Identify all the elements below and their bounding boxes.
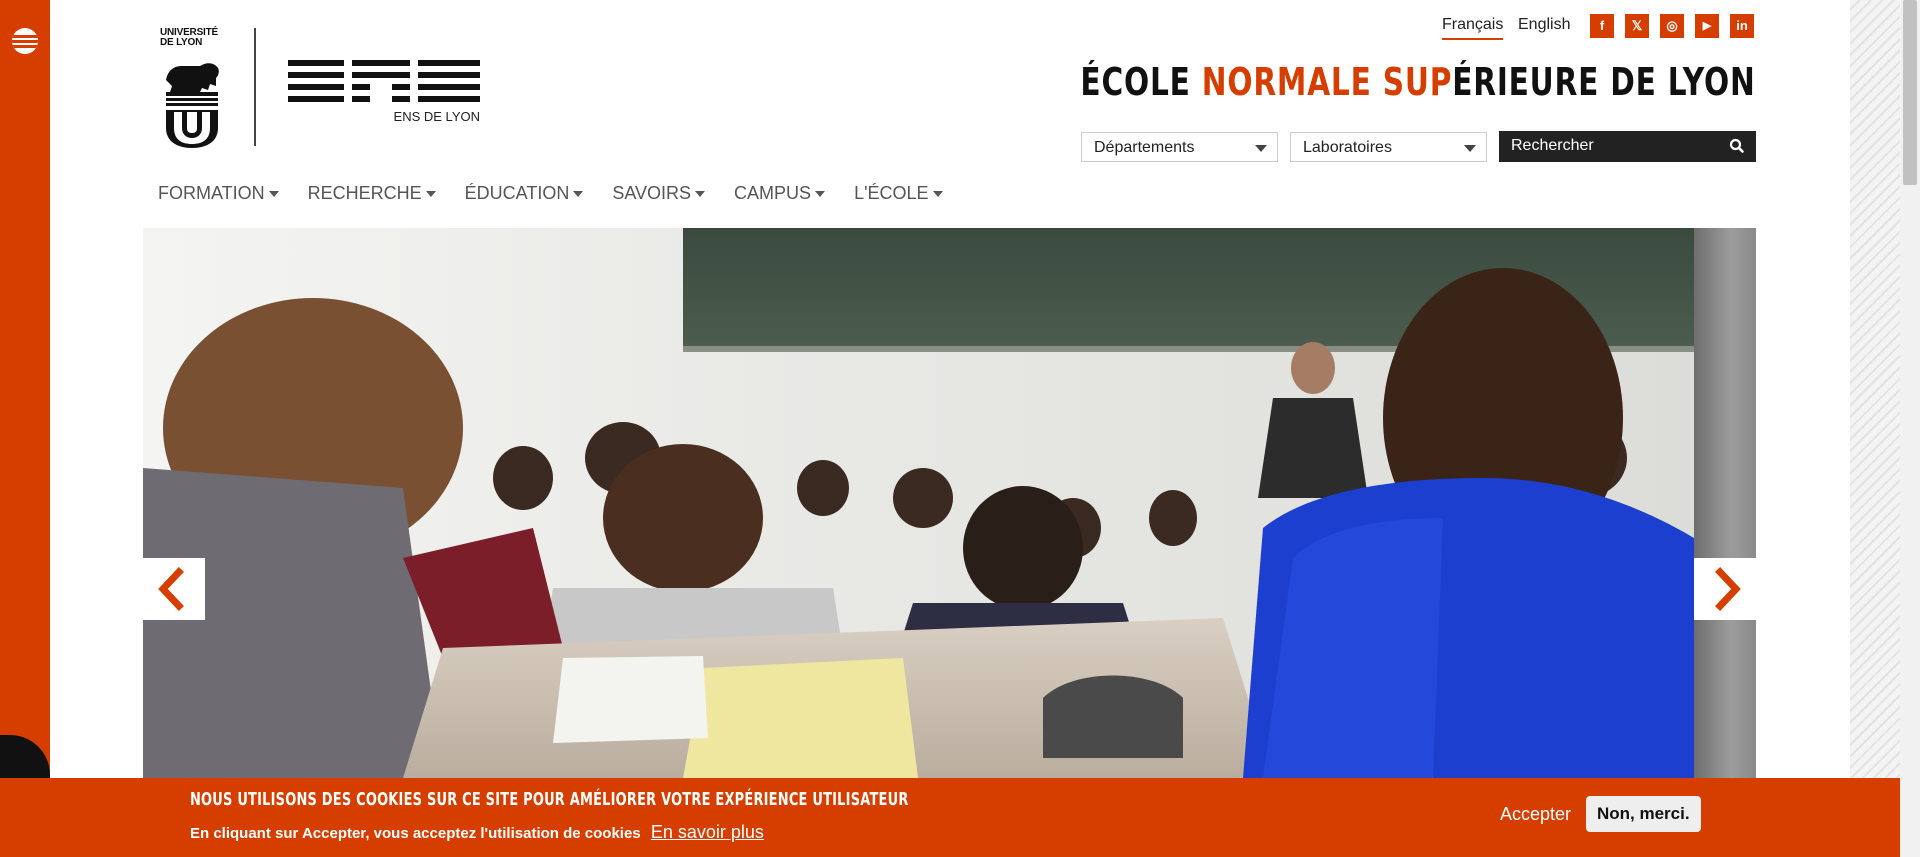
right-gutter (1850, 0, 1900, 857)
logo-divider (254, 28, 256, 146)
facebook-icon[interactable]: f (1590, 14, 1614, 38)
logo-univ-line-2: DE LYON (160, 37, 203, 48)
caret-down-icon (425, 191, 436, 198)
x-twitter-icon[interactable]: 𝕏 (1625, 14, 1649, 38)
search-icon[interactable] (1728, 137, 1746, 155)
ens-lyon-logo[interactable]: ENS DE LYON (288, 60, 480, 124)
nav-education[interactable]: ÉDUCATION (465, 183, 584, 204)
caret-down-icon (268, 191, 279, 198)
caret-down-icon (815, 191, 826, 198)
cookie-decline-button[interactable]: Non, merci. (1586, 796, 1701, 832)
laboratoires-select[interactable]: Laboratoires (1290, 132, 1487, 162)
page: UNIVERSITÉ DE LYON ENS DE LYON Français … (0, 0, 1920, 857)
nav-campus-label: CAMPUS (734, 183, 812, 203)
cookie-banner: NOUS UTILISONS DES COOKIES SUR CE SITE P… (0, 778, 1900, 857)
cookie-title: NOUS UTILISONS DES COOKIES SUR CE SITE P… (190, 789, 909, 810)
nav-savoirs-label: SAVOIRS (612, 183, 692, 203)
title-part-3: ÉRIEURE DE LYON (1452, 60, 1756, 104)
ens-logo-caption: ENS DE LYON (393, 109, 480, 124)
nav-savoirs[interactable]: SAVOIRS (612, 183, 706, 204)
slider-prev-button[interactable] (143, 558, 205, 620)
side-decoration (0, 735, 50, 780)
side-bar (0, 0, 50, 857)
scrollbar-thumb[interactable] (1903, 0, 1917, 185)
caret-down-icon (932, 191, 943, 198)
cookie-text: En cliquant sur Accepter, vous acceptez … (190, 822, 764, 843)
menu-toggle-icon[interactable] (12, 28, 38, 54)
search-input[interactable]: Rechercher (1499, 131, 1756, 162)
nav-lecole-label: L'ÉCOLE (854, 183, 929, 203)
linkedin-icon[interactable]: in (1730, 14, 1754, 38)
cookie-text-body: En cliquant sur Accepter, vous acceptez … (190, 825, 641, 842)
nav-recherche[interactable]: RECHERCHE (308, 183, 436, 204)
title-part-1: ÉCOLE (1080, 60, 1203, 104)
language-english[interactable]: English (1518, 16, 1570, 34)
nav-campus[interactable]: CAMPUS (734, 183, 826, 204)
universite-de-lyon-logo[interactable]: UNIVERSITÉ DE LYON (160, 28, 222, 148)
lion-emblem-icon (166, 63, 219, 148)
departements-select[interactable]: Départements (1081, 132, 1278, 162)
nav-formation[interactable]: FORMATION (158, 183, 279, 204)
school-title: ÉCOLE NORMALE SUPÉRIEURE DE LYON (1081, 60, 1756, 104)
chevron-right-icon (1715, 567, 1741, 611)
laboratoires-select-value: Laboratoires (1303, 139, 1392, 156)
caret-down-icon (573, 191, 584, 198)
search-placeholder: Rechercher (1511, 137, 1594, 154)
main-nav: FORMATION RECHERCHE ÉDUCATION SAVOIRS CA… (158, 183, 972, 204)
page-scrollbar[interactable] (1900, 0, 1920, 857)
cookie-learn-more-link[interactable]: En savoir plus (651, 822, 764, 842)
slide-photo-classroom (143, 228, 1694, 778)
language-francais[interactable]: Français (1442, 16, 1504, 40)
departements-select-value: Départements (1094, 139, 1195, 156)
next-slide-preview (1694, 228, 1756, 778)
cookie-accept-button[interactable]: Accepter (1500, 804, 1571, 825)
instagram-icon[interactable]: ◎ (1660, 14, 1684, 38)
nav-recherche-label: RECHERCHE (307, 183, 422, 203)
youtube-icon[interactable]: ▶ (1695, 14, 1719, 38)
nav-formation-label: FORMATION (158, 183, 265, 203)
slider-next-button[interactable] (1694, 558, 1756, 620)
nav-lecole[interactable]: L'ÉCOLE (854, 183, 943, 204)
hero-slider[interactable] (143, 228, 1756, 778)
ens-wordmark-icon (288, 60, 480, 102)
caret-down-icon (695, 191, 706, 198)
chevron-down-icon (1255, 145, 1267, 152)
chevron-left-icon (158, 567, 184, 611)
chevron-down-icon (1464, 145, 1476, 152)
title-part-2: NORMALE SUP (1202, 60, 1453, 104)
nav-education-label: ÉDUCATION (464, 183, 570, 203)
